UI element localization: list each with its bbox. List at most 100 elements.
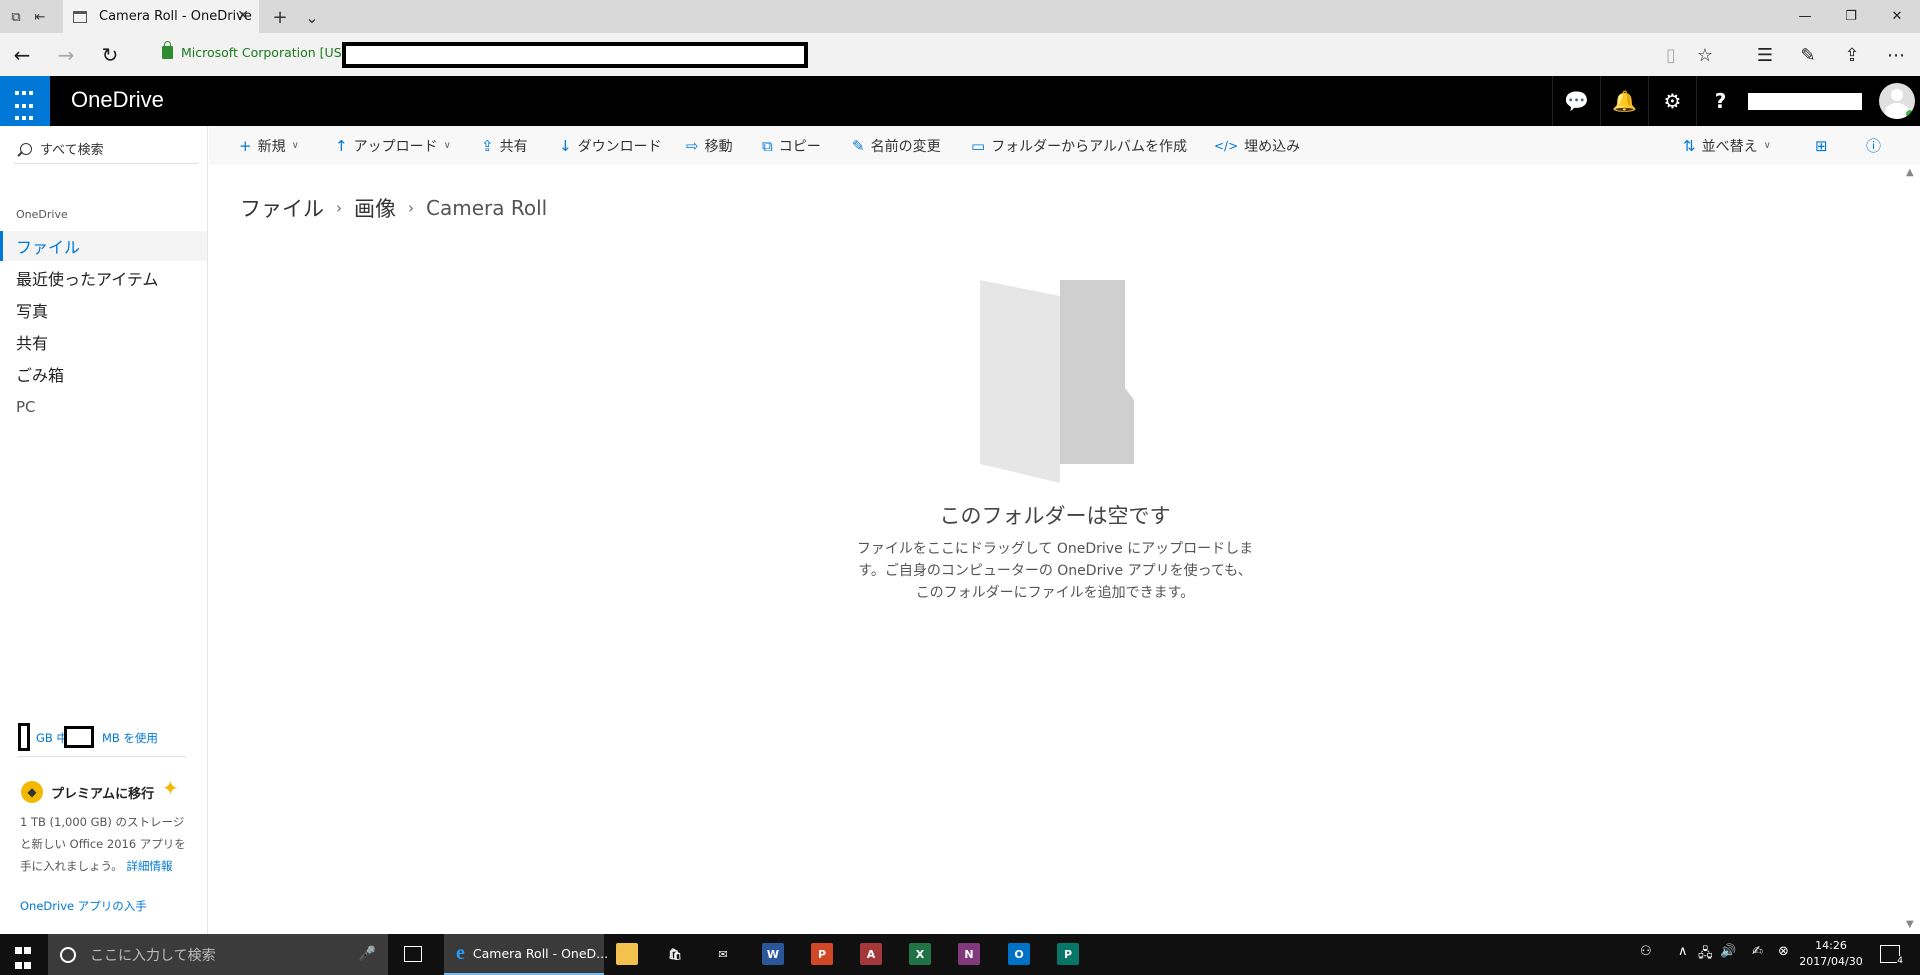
action-center-icon[interactable]: 4 xyxy=(1880,945,1903,966)
app-launcher-icon[interactable] xyxy=(0,76,50,126)
lock-icon[interactable] xyxy=(162,41,173,59)
nav-item-recycle-bin[interactable]: ごみ箱 xyxy=(0,359,207,389)
nav-item-pc[interactable]: PC xyxy=(0,392,207,422)
copy-icon: ⧉ xyxy=(762,136,773,155)
chevron-down-icon: ∨ xyxy=(443,140,451,151)
move-icon: ⇨ xyxy=(686,136,699,155)
scrollbar[interactable]: ▲ ▼ xyxy=(1901,165,1920,934)
help-icon[interactable]: ? xyxy=(1696,76,1744,126)
task-view-icon[interactable] xyxy=(404,946,422,962)
onedrive-header: OneDrive 💬 🔔 ⚙ ? xyxy=(0,76,1920,126)
restore-button[interactable]: ❐ xyxy=(1828,0,1874,33)
taskbar-app-mail-icon[interactable]: ✉ xyxy=(712,943,734,965)
share-button[interactable]: ⇪ 共有 xyxy=(481,126,528,165)
people-icon[interactable]: ⚇ xyxy=(1640,944,1652,959)
network-icon[interactable]: 🖧 xyxy=(1698,944,1713,966)
forward-button[interactable]: → xyxy=(53,42,79,68)
reading-view-icon[interactable]: ▯ xyxy=(1658,42,1684,68)
storage-quota[interactable]: GB 中 MB を使用 xyxy=(18,723,188,751)
details-pane-button[interactable]: ⓘ xyxy=(1866,126,1887,165)
taskbar-app-store-icon[interactable]: 🛍 xyxy=(664,943,686,965)
taskbar-search-input[interactable]: ここに入力して検索 🎤 xyxy=(48,934,388,975)
rename-button[interactable]: ✎ 名前の変更 xyxy=(852,126,941,165)
taskbar-app-powerpoint-icon[interactable]: P xyxy=(811,943,833,965)
tab-title: Camera Roll - OneDrive xyxy=(99,9,252,24)
copy-button[interactable]: ⧉ コピー xyxy=(762,126,821,165)
breadcrumb-current: Camera Roll xyxy=(426,196,548,220)
empty-folder-description: ファイルをここにドラッグして OneDrive にアップロードします。ご自身のコ… xyxy=(856,541,1254,601)
nav-item-recent[interactable]: 最近使ったアイテム xyxy=(0,263,207,293)
scroll-up-icon[interactable]: ▲ xyxy=(1906,167,1914,178)
taskbar: ここに入力して検索 🎤 e Camera Roll - OneD... 🛍 ✉ W P… xyxy=(0,934,1920,975)
address-bar: ← → ↻ Microsoft Corporation [US] ▯ ☆ ☰ ✎… xyxy=(0,33,1920,76)
browser-tab-bar: ⧉ ⇤ Camera Roll - OneDrive ✕ + ⌄ — ❐ ✕ xyxy=(0,0,1920,33)
set-aside-tabs-icon[interactable]: ⇤ xyxy=(30,7,50,27)
favorite-star-icon[interactable]: ☆ xyxy=(1692,42,1718,68)
upload-button[interactable]: ↑ アップロード ∨ xyxy=(335,126,451,165)
breadcrumb-separator: › xyxy=(336,199,342,217)
avatar[interactable] xyxy=(1879,83,1915,119)
settings-gear-icon[interactable]: ⚙ xyxy=(1648,76,1696,126)
tab-manager-icon[interactable]: ⧉ xyxy=(6,7,26,27)
breadcrumb-pictures[interactable]: 画像 xyxy=(354,193,396,223)
code-icon: </> xyxy=(1214,138,1239,153)
download-arrow-icon: ↓ xyxy=(559,136,572,155)
back-button[interactable]: ← xyxy=(9,42,35,68)
search-icon xyxy=(20,142,32,155)
notifications-bell-icon[interactable]: 🔔 xyxy=(1600,76,1648,126)
ime-icon[interactable]: ⊗ xyxy=(1778,944,1789,959)
embed-button[interactable]: </> 埋め込み xyxy=(1214,126,1300,165)
nav-item-files[interactable]: ファイル xyxy=(0,231,207,261)
taskbar-app-file-explorer-icon[interactable] xyxy=(616,943,638,965)
scroll-down-icon[interactable]: ▼ xyxy=(1906,919,1914,930)
chat-icon[interactable]: 💬 xyxy=(1552,76,1600,126)
sparkle-icon: ✦ xyxy=(162,776,179,800)
microphone-icon[interactable]: 🎤 xyxy=(359,946,376,962)
user-name[interactable] xyxy=(1748,93,1862,110)
breadcrumb-files[interactable]: ファイル xyxy=(240,193,324,223)
search-input[interactable]: すべて検索 xyxy=(14,134,198,164)
taskbar-app-excel-icon[interactable]: X xyxy=(909,943,931,965)
close-tab-icon[interactable]: ✕ xyxy=(237,8,249,24)
taskbar-app-access-icon[interactable]: A xyxy=(860,943,882,965)
new-button[interactable]: + 新規 ∨ xyxy=(239,126,299,165)
pencil-icon: ✎ xyxy=(852,136,865,155)
plus-icon: + xyxy=(239,136,252,155)
create-album-button[interactable]: ▭ フォルダーからアルバムを作成 xyxy=(971,126,1187,165)
close-window-button[interactable]: ✕ xyxy=(1874,0,1920,33)
nav-item-shared[interactable]: 共有 xyxy=(0,327,207,357)
sort-icon: ⇅ xyxy=(1683,136,1696,155)
view-toggle-button[interactable]: ⊞ xyxy=(1815,126,1834,165)
learn-more-link[interactable]: 詳細情報 xyxy=(126,859,172,873)
volume-icon[interactable]: 🔊 xyxy=(1720,944,1736,959)
show-hidden-icons-chevron-icon[interactable]: ∧ xyxy=(1678,944,1688,959)
divider xyxy=(18,756,186,757)
get-onedrive-app-link[interactable]: OneDrive アプリの入手 xyxy=(20,898,147,914)
premium-title[interactable]: プレミアムに移行 xyxy=(51,783,154,802)
more-icon[interactable]: ⋯ xyxy=(1883,42,1909,68)
taskbar-app-onenote-icon[interactable]: N xyxy=(958,943,980,965)
refresh-button[interactable]: ↻ xyxy=(97,42,123,68)
chevron-down-icon: ∨ xyxy=(1763,140,1771,151)
start-button[interactable] xyxy=(0,934,46,975)
hub-icon[interactable]: ☰ xyxy=(1752,42,1778,68)
taskbar-app-outlook-icon[interactable]: O xyxy=(1008,943,1030,965)
app-brand[interactable]: OneDrive xyxy=(71,87,164,113)
url-field[interactable] xyxy=(342,42,808,68)
nav-item-photos[interactable]: 写真 xyxy=(0,295,207,325)
sort-button[interactable]: ⇅ 並べ替え ∨ xyxy=(1683,126,1771,165)
move-button[interactable]: ⇨ 移動 xyxy=(686,126,733,165)
tab-list-chevron-icon[interactable]: ⌄ xyxy=(302,7,322,27)
taskbar-app-word-icon[interactable]: W xyxy=(762,943,784,965)
web-note-icon[interactable]: ✎ xyxy=(1795,42,1821,68)
taskbar-app-publisher-icon[interactable]: P xyxy=(1057,943,1079,965)
system-clock[interactable]: 14:26 2017/04/30 xyxy=(1796,938,1866,970)
share-icon[interactable]: ⇪ xyxy=(1839,42,1865,68)
taskbar-edge-window[interactable]: e Camera Roll - OneD... xyxy=(444,934,608,975)
download-button[interactable]: ↓ ダウンロード xyxy=(559,126,662,165)
browser-tab[interactable]: Camera Roll - OneDrive ✕ xyxy=(63,0,259,33)
site-identity[interactable]: Microsoft Corporation [US] xyxy=(181,45,347,60)
pen-icon[interactable]: ✍ xyxy=(1752,944,1763,959)
minimize-button[interactable]: — xyxy=(1782,0,1828,33)
new-tab-button[interactable]: + xyxy=(270,7,290,28)
